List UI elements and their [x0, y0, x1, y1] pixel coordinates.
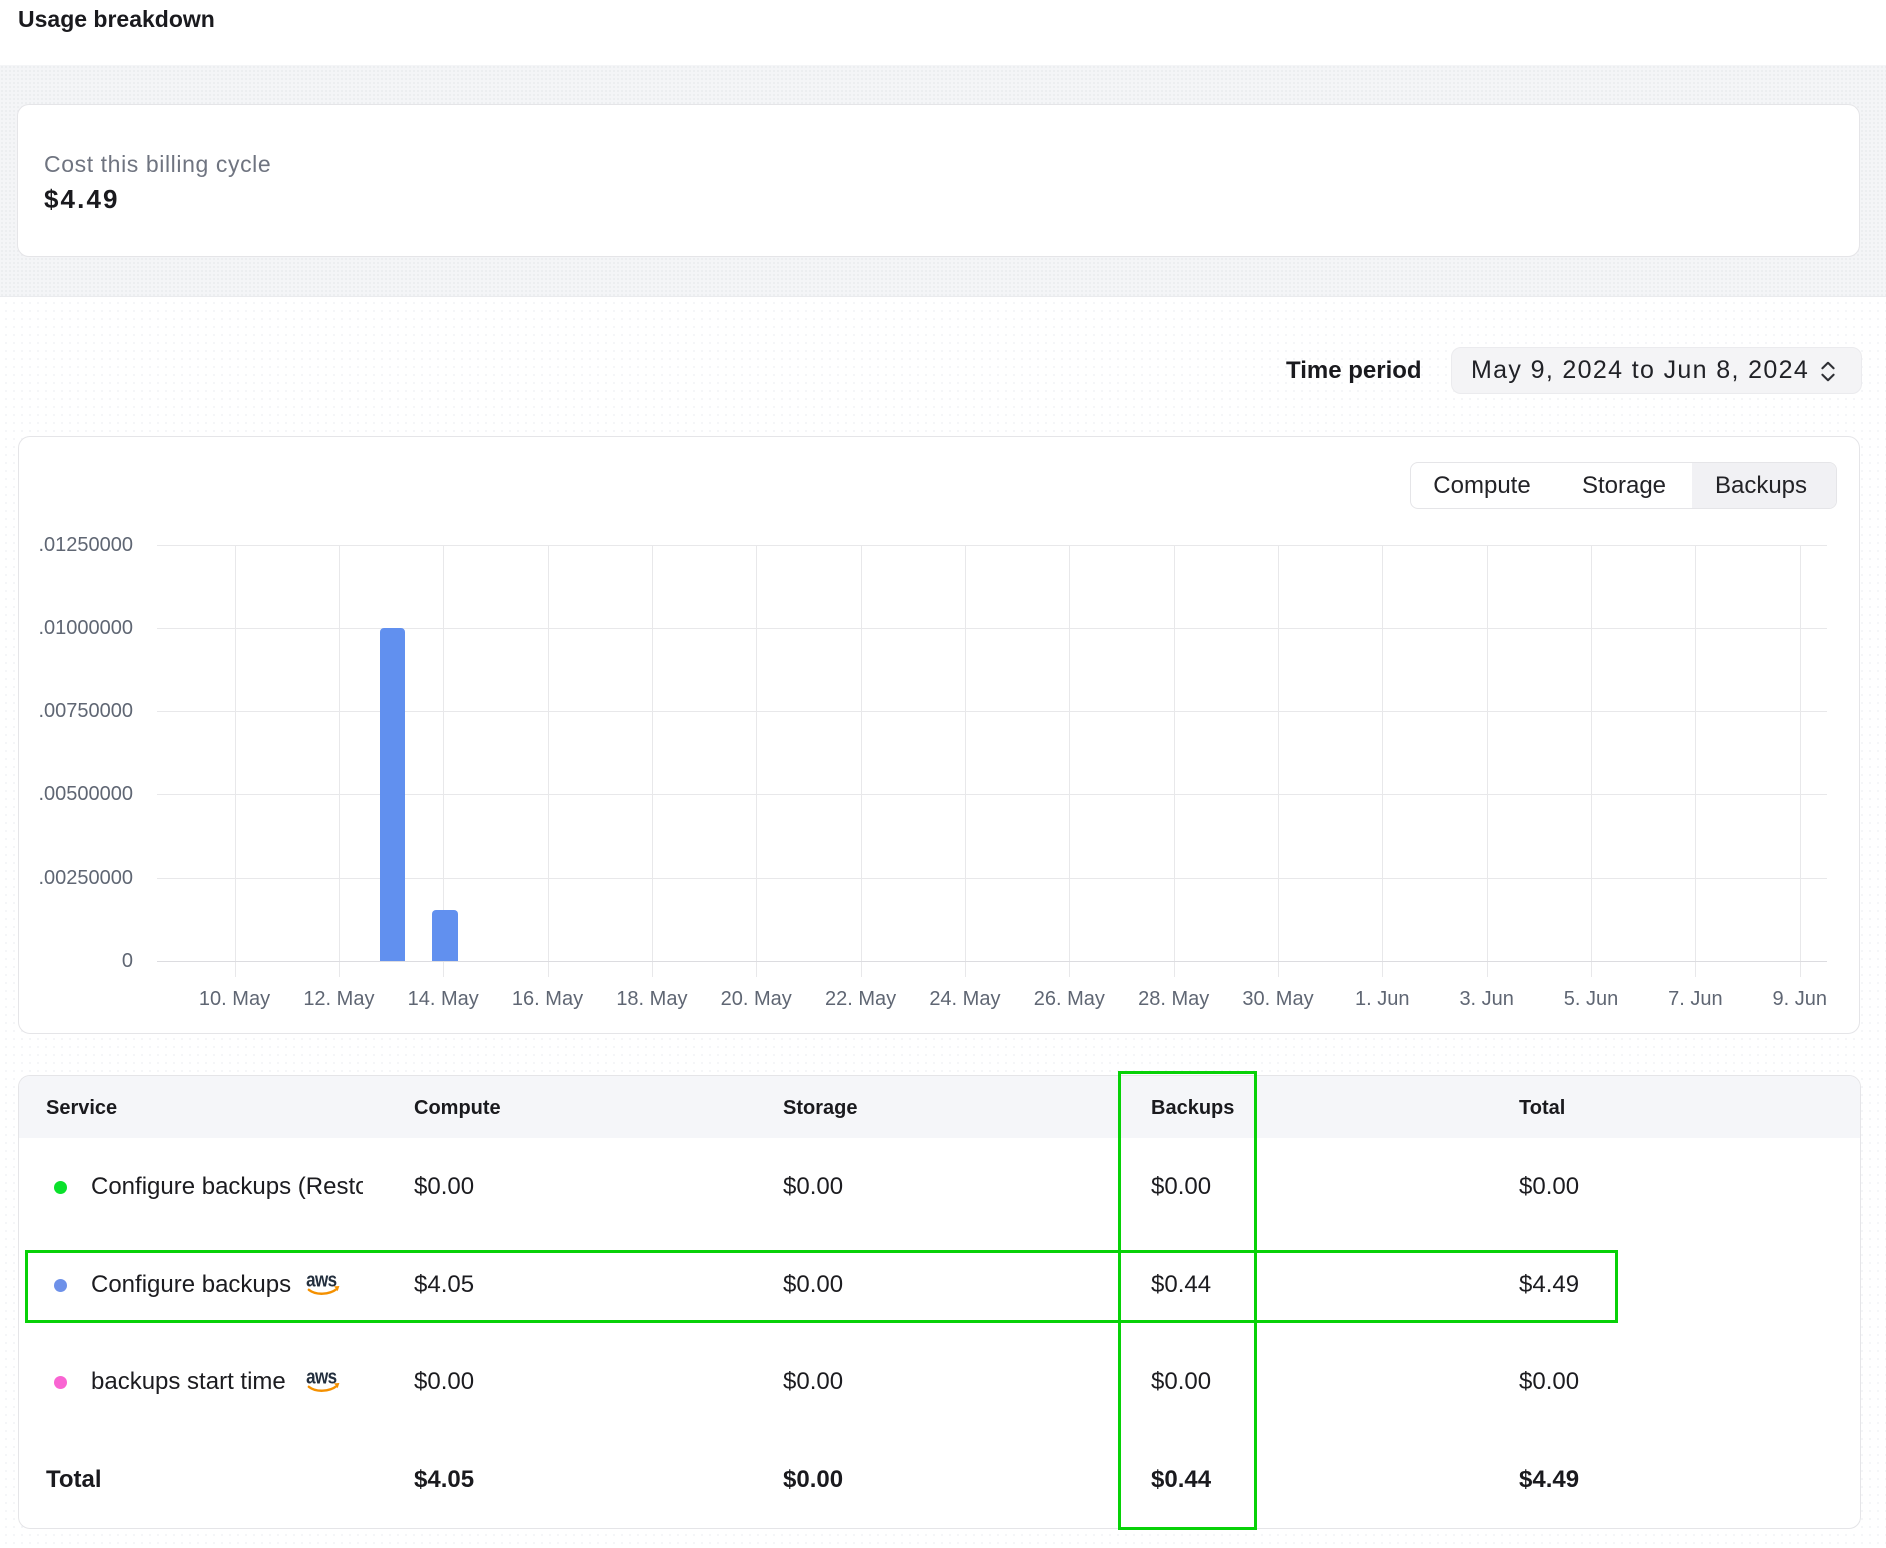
svg-text:aws: aws — [306, 1372, 337, 1388]
